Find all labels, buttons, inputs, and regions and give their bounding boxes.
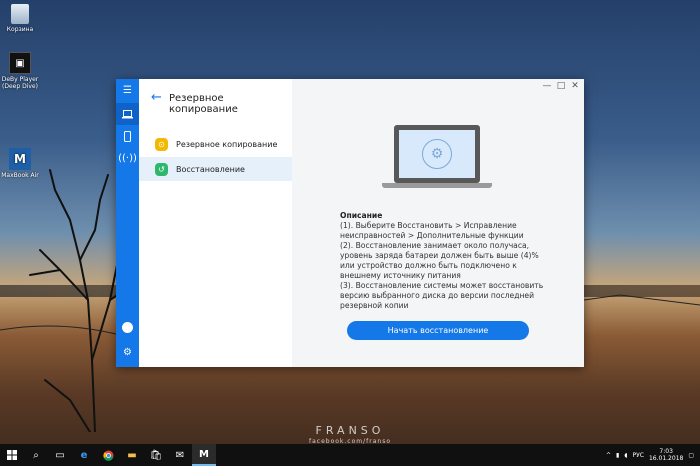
watermark: FRANSO facebook.com/franso: [300, 424, 400, 445]
desktop-icon-recycle-bin[interactable]: Корзина: [0, 4, 40, 33]
maximize-button[interactable]: □: [554, 81, 568, 91]
taskbar: ⌕ ▭ e ▬ 🛍 ✉ M ^ ▮ ◖ РУС 7:03 16.01.2018 …: [0, 444, 700, 466]
language-indicator[interactable]: РУС: [633, 452, 644, 459]
clock-time: 7:03: [659, 448, 673, 455]
menu-item-label: Резервное копирование: [176, 139, 278, 149]
description-line: (2). Восстановление занимает около получ…: [340, 241, 539, 280]
maxbook-app-icon: M: [9, 148, 31, 170]
chrome-icon[interactable]: [96, 444, 120, 466]
player-app-icon: ▣: [9, 52, 31, 74]
close-button[interactable]: ✕: [568, 81, 582, 91]
system-tray: ^ ▮ ◖ РУС 7:03 16.01.2018 ▢: [606, 444, 694, 466]
store-icon[interactable]: 🛍: [144, 444, 168, 466]
app-window: ☰ ((·)) ⚙ ← Резервное копирование ⊙ Резе…: [116, 79, 584, 367]
nav-rail: ☰ ((·)) ⚙: [116, 79, 139, 367]
avatar[interactable]: [122, 322, 133, 333]
task-view-icon[interactable]: ▭: [48, 444, 72, 466]
desktop-icon-label: Корзина: [6, 26, 34, 33]
backup-icon: ⊙: [155, 137, 168, 151]
hamburger-menu-icon[interactable]: ☰: [116, 79, 139, 101]
back-arrow-icon[interactable]: ←: [151, 91, 165, 105]
search-icon[interactable]: ⌕: [24, 444, 48, 466]
recycle-bin-icon: [11, 4, 29, 24]
menu-item-restore[interactable]: ↺ Восстановление: [139, 157, 292, 181]
description-line: (1). Выберите Восстановить > Исправление…: [340, 221, 524, 240]
description-title: Описание: [340, 211, 383, 220]
restore-icon: ↺: [155, 162, 168, 176]
edge-browser-icon[interactable]: e: [72, 444, 96, 466]
volume-icon[interactable]: ◖: [624, 452, 627, 459]
start-restore-button[interactable]: Начать восстановление: [347, 321, 529, 340]
watermark-brand: FRANSO: [315, 424, 385, 437]
desktop-icon-label: DeBy Player (Deep Dive): [1, 76, 39, 90]
restore-gear-icon: ⚙: [422, 139, 452, 169]
chevron-up-icon[interactable]: ^: [606, 452, 611, 459]
menu-item-backup[interactable]: ⊙ Резервное копирование: [139, 132, 292, 156]
desktop-icon-deby-player[interactable]: ▣ DeBy Player (Deep Dive): [0, 52, 40, 90]
laptop-icon[interactable]: [116, 103, 139, 125]
gear-icon[interactable]: ⚙: [116, 341, 139, 363]
minimize-button[interactable]: —: [540, 81, 554, 91]
phone-icon[interactable]: [116, 125, 139, 147]
network-icon[interactable]: ▮: [616, 452, 619, 459]
mail-icon[interactable]: ✉: [168, 444, 192, 466]
file-explorer-icon[interactable]: ▬: [120, 444, 144, 466]
page-title: Резервное копирование: [169, 93, 238, 115]
content-area: — □ ✕ ⚙ Описание (1). Выберите Восстанов…: [292, 79, 584, 367]
desktop-icon-maxbook[interactable]: M MaxBook Air: [0, 148, 40, 179]
maxbook-taskbar-icon[interactable]: M: [192, 444, 216, 466]
desktop-icon-label: MaxBook Air: [1, 172, 39, 179]
notifications-icon[interactable]: ▢: [688, 452, 694, 459]
description-block: Описание (1). Выберите Восстановить > Ис…: [340, 211, 550, 311]
menu-item-label: Восстановление: [176, 164, 245, 174]
description-line: (3). Восстановление системы может восста…: [340, 281, 544, 310]
broadcast-icon[interactable]: ((·)): [116, 147, 139, 169]
side-panel: ← Резервное копирование ⊙ Резервное копи…: [139, 79, 292, 367]
clock-date: 16.01.2018: [648, 455, 684, 462]
windows-start-icon[interactable]: [0, 444, 24, 466]
clock[interactable]: 7:03 16.01.2018: [649, 448, 683, 462]
laptop-base: [382, 183, 492, 188]
